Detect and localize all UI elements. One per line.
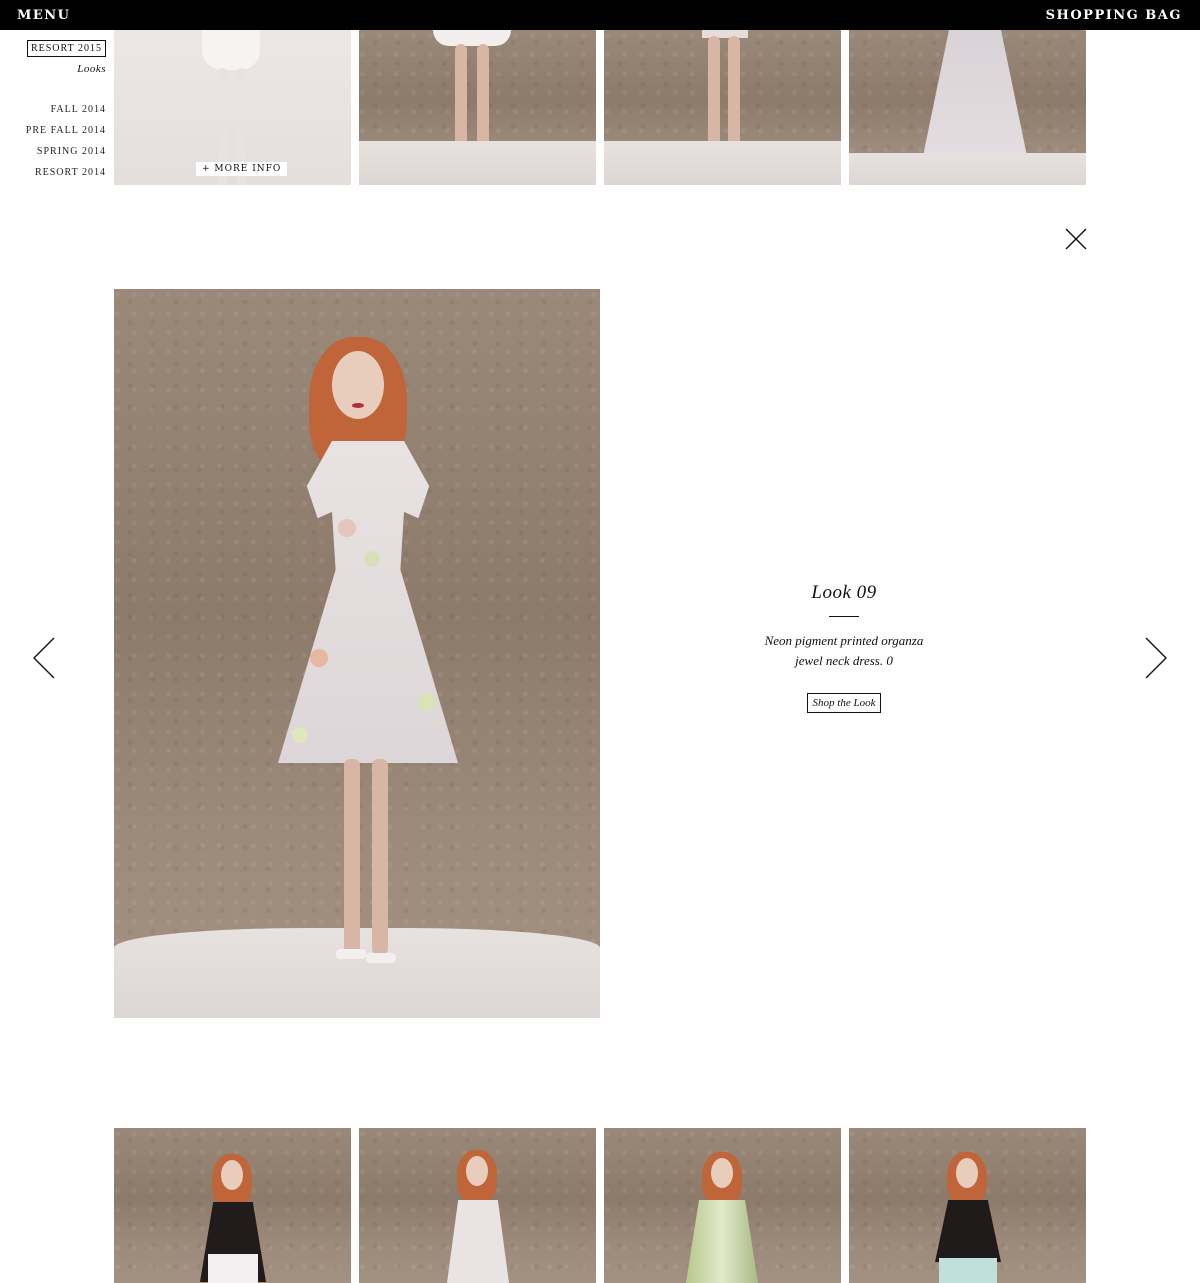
season-list: FALL 2014 PRE FALL 2014 SPRING 2014 RESO… — [0, 99, 106, 183]
look-thumbnail[interactable] — [604, 30, 841, 185]
look-description-line: jewel neck dress. 0 — [795, 653, 893, 668]
look-thumbnail[interactable] — [359, 30, 596, 185]
close-icon[interactable] — [1064, 227, 1088, 251]
look-info: Look 09 Neon pigment printed organza jew… — [730, 582, 958, 713]
look-thumbnail[interactable] — [604, 1128, 841, 1283]
current-collection-link[interactable]: RESORT 2015 — [26, 40, 106, 57]
shopping-bag-button[interactable]: SHOPPING BAG — [1046, 8, 1182, 23]
top-bar: MENU SHOPPING BAG — [0, 0, 1200, 30]
shop-the-look-button[interactable]: Shop the Look — [806, 693, 882, 713]
look-title: Look 09 — [811, 582, 877, 603]
look-thumbnail[interactable] — [114, 1128, 351, 1283]
look-description-line: Neon pigment printed organza — [764, 633, 924, 648]
season-link-fall-2014[interactable]: FALL 2014 — [0, 99, 106, 120]
next-arrow-icon[interactable] — [1144, 636, 1168, 680]
menu-button[interactable]: MENU — [17, 8, 71, 23]
collection-nav: RESORT 2015 Looks FALL 2014 PRE FALL 201… — [0, 38, 106, 183]
season-link-resort-2014[interactable]: RESORT 2014 — [0, 162, 106, 183]
looks-link[interactable]: Looks — [0, 63, 106, 75]
look-thumbnail[interactable] — [359, 1128, 596, 1283]
look-thumbnail[interactable] — [849, 1128, 1086, 1283]
season-link-spring-2014[interactable]: SPRING 2014 — [0, 141, 106, 162]
season-link-pre-fall-2014[interactable]: PRE FALL 2014 — [0, 120, 106, 141]
look-description: Neon pigment printed organza jewel neck … — [730, 631, 958, 671]
more-info-button[interactable]: + MORE INFO — [196, 162, 288, 176]
previous-arrow-icon[interactable] — [32, 636, 56, 680]
look-thumbnail[interactable] — [849, 30, 1086, 185]
title-divider — [829, 616, 859, 617]
look-main-image — [114, 289, 600, 1018]
